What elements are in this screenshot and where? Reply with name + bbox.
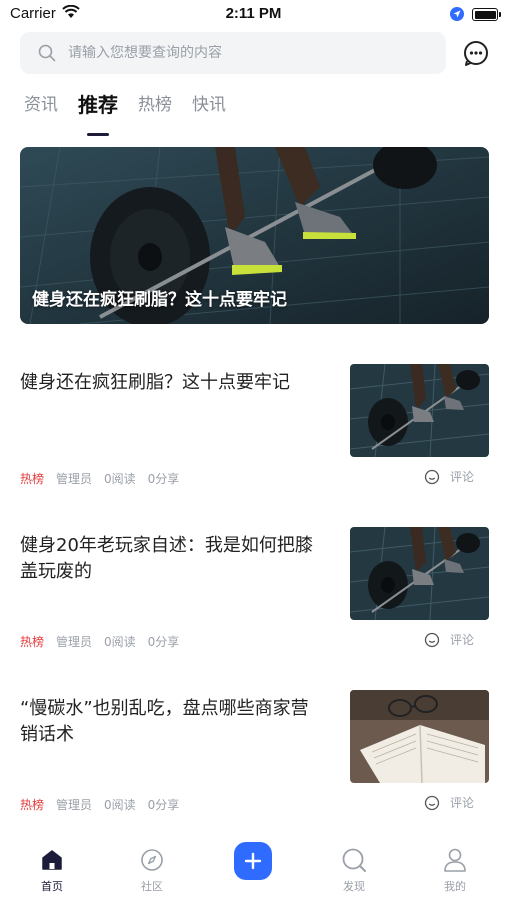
- battery-icon: [472, 8, 501, 21]
- article-thumbnail: [350, 690, 489, 783]
- read-count: 0阅读: [104, 635, 136, 649]
- tab-recommended[interactable]: 推荐: [78, 90, 118, 130]
- comment-button[interactable]: 评论: [424, 631, 474, 648]
- author-name: 管理员: [56, 472, 93, 486]
- article-thumbnail: [350, 527, 489, 620]
- discover-search-icon: [319, 846, 389, 874]
- nav-home[interactable]: 首页: [17, 846, 87, 894]
- nav-community-label: 社区: [141, 880, 163, 893]
- article-card[interactable]: 健身20年老玩家自述：我是如何把膝盖玩废的 热榜 管理员 0阅读 0分享 评论: [20, 527, 489, 667]
- article-title: 健身还在疯狂刷脂？这十点要牢记: [20, 372, 290, 393]
- search-icon: [38, 44, 56, 62]
- nav-profile-label: 我的: [444, 880, 466, 893]
- comment-icon: [424, 632, 440, 647]
- hot-tag: 热榜: [20, 798, 45, 812]
- share-count: 0分享: [147, 472, 180, 486]
- article-meta: 热榜 管理员 0阅读 0分享: [20, 633, 191, 650]
- read-count: 0阅读: [104, 472, 136, 486]
- comment-label: 评论: [450, 796, 475, 810]
- plus-icon: [244, 852, 262, 870]
- comment-label: 评论: [450, 633, 475, 647]
- banner-title: 健身还在疯狂刷脂？这十点要牢记: [32, 290, 287, 310]
- nav-discover[interactable]: 发现: [319, 846, 389, 894]
- tab-news[interactable]: 资讯: [24, 90, 58, 130]
- category-tabs: 资讯 推荐 热榜 快讯: [24, 90, 246, 130]
- comment-icon: [424, 795, 440, 810]
- location-arrow-icon: [450, 7, 464, 26]
- chat-bubble-icon: [464, 41, 488, 66]
- nav-community[interactable]: 社区: [117, 846, 187, 894]
- nav-profile[interactable]: 我的: [420, 846, 490, 894]
- home-icon: [17, 846, 87, 874]
- article-title: “慢碳水”也别乱吃，盘点哪些商家营销话术: [20, 698, 309, 745]
- search-input[interactable]: [68, 45, 408, 61]
- featured-banner[interactable]: 健身还在疯狂刷脂？这十点要牢记: [20, 147, 489, 324]
- share-count: 0分享: [147, 798, 180, 812]
- comment-button[interactable]: 评论: [424, 468, 474, 485]
- article-thumbnail: [350, 364, 489, 457]
- comment-button[interactable]: 评论: [424, 794, 474, 811]
- author-name: 管理员: [56, 798, 93, 812]
- nav-discover-label: 发现: [343, 880, 365, 893]
- nav-home-label: 首页: [41, 880, 63, 893]
- bottom-tab-bar: 首页 社区 发现 我的: [0, 838, 507, 900]
- compass-icon: [117, 846, 187, 874]
- article-meta: 热榜 管理员 0阅读 0分享: [20, 796, 191, 813]
- hot-tag: 热榜: [20, 635, 45, 649]
- article-meta: 热榜 管理员 0阅读 0分享: [20, 470, 191, 487]
- hot-tag: 热榜: [20, 472, 45, 486]
- article-card[interactable]: 健身还在疯狂刷脂？这十点要牢记 热榜 管理员 0阅读 0分享 评论: [20, 364, 489, 504]
- tab-trending[interactable]: 热榜: [138, 90, 172, 130]
- user-icon: [420, 846, 490, 874]
- clock-time: 2:11 PM: [225, 5, 282, 22]
- comment-icon: [424, 469, 440, 484]
- article-card[interactable]: “慢碳水”也别乱吃，盘点哪些商家营销话术 热榜 管理员 0阅读 0分享 评论: [20, 690, 489, 830]
- read-count: 0阅读: [104, 798, 136, 812]
- article-title: 健身20年老玩家自述：我是如何把膝盖玩废的: [20, 535, 313, 582]
- add-post-button[interactable]: [234, 842, 272, 880]
- author-name: 管理员: [56, 635, 93, 649]
- share-count: 0分享: [147, 635, 180, 649]
- status-bar: Carrier 2:11 PM: [0, 0, 507, 28]
- message-button[interactable]: [462, 39, 490, 67]
- comment-label: 评论: [450, 470, 475, 484]
- search-bar[interactable]: [20, 32, 446, 74]
- tab-flash[interactable]: 快讯: [192, 90, 226, 130]
